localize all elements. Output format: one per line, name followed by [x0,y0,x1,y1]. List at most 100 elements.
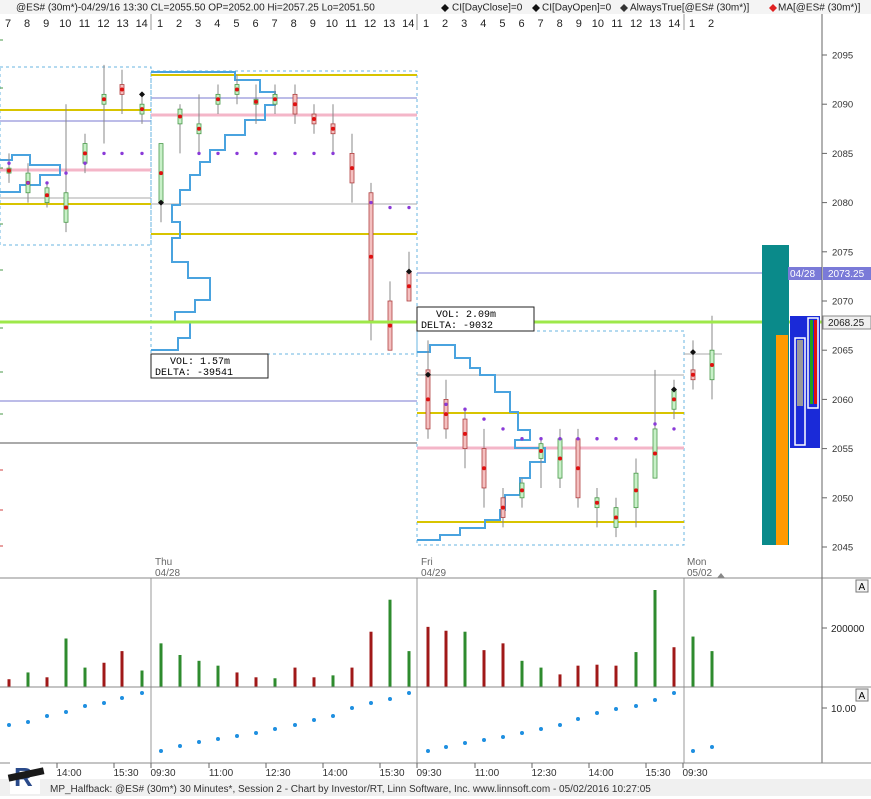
session-bar-number: 3 [195,18,201,30]
ma-dot [159,749,163,753]
time-tick-label: 11:00 [209,768,234,779]
day-open-dot [558,456,562,461]
volume-tick: 200000 [831,624,865,635]
session-bar-number: 1 [157,18,163,30]
day-open-dot [273,97,277,102]
day-open-dot [293,102,297,107]
session-bar-number: 6 [252,18,258,30]
current-profile-box [814,320,817,404]
ma-dot [653,698,657,702]
time-tick-label: 15:30 [379,768,404,779]
price-panel [0,30,822,578]
poc-dot [216,151,220,156]
volume-bar [614,665,618,687]
volume-bar [653,590,657,687]
poc-dot [558,437,562,441]
poc-dot [653,422,657,426]
session-bar-number: 1 [423,18,429,30]
volume-autoscale-button[interactable]: A [855,579,869,593]
svg-text:A: A [859,582,866,593]
volume-bar [463,631,467,687]
poc-dot [520,437,524,441]
day-open-dot [576,466,580,471]
ma-dot [539,727,543,731]
session-bar-number: 10 [326,18,338,30]
ma-dot [254,731,258,735]
poc-dot [331,151,335,156]
volume-bar [159,643,163,687]
volume-bar [293,667,297,687]
price-tick-label: 2065 [832,346,853,357]
poc-dot [634,437,638,441]
day-open-dot [159,171,163,176]
ma-dot [614,707,618,711]
session-bar-number: 9 [310,18,316,30]
session-bar-number: 5 [499,18,505,30]
day-open-dot [216,97,220,102]
poc-dot [26,181,30,185]
poc-dot [64,171,68,175]
ma-dot [426,749,430,753]
day-open-dot [463,431,467,436]
volume-bar [501,643,505,687]
time-axis: 14:00 15:30 09:30 11:00 12:30 14:00 15:30 09:30… [56,763,708,779]
session-bar-number: 8 [557,18,563,30]
day-open-dot [653,451,657,456]
svg-text:A: A [859,691,866,702]
day-open-dot [672,397,676,402]
volume-bar [216,665,220,687]
day-open-dot [120,87,124,92]
volume-bar [350,667,354,687]
volume-bar [388,599,392,687]
linnsoft-logo: R [7,762,45,794]
ma-tick: 10.00 [831,704,856,715]
day-open-dot [407,284,411,289]
day-open-dot [539,449,543,454]
ma-dot [7,723,11,727]
session-bar-number: 14 [668,18,680,30]
price-tick-label: 2085 [832,149,853,160]
time-tick-label: 15:30 [645,768,670,779]
marker-price-label: 2073.25 [828,269,865,280]
session-bar-number: 11 [611,18,622,30]
profile-label-thu: VOL: 1.57m DELTA: -39541 [150,353,269,379]
poc-dot [388,205,392,210]
time-tick-label: 09:30 [416,768,441,779]
day-label-dow: Thu [155,557,172,568]
day-open-dot [710,362,714,367]
session-bar-number: 8 [24,18,30,30]
ma-dot [463,741,467,745]
day-open-dot [691,372,695,377]
poc-dot [672,427,676,431]
ma-dot [45,714,49,718]
ma-dot [501,735,505,739]
time-tick-label: 11:00 [475,768,500,779]
poc-dot [197,151,201,156]
volume-bar [576,665,580,687]
volume-bar [254,677,258,687]
current-price-label: 2068.25 [828,318,865,329]
poc-dot [463,407,467,411]
poc-dot [120,151,124,156]
poc-dot [369,200,373,205]
chart-canvas[interactable]: @ES# (30m*)-04/29/16 13:30 CL=2055.50 OP… [0,0,871,796]
ma-dot [634,704,638,708]
day-open-dot [83,151,87,156]
ma-dot [350,706,354,710]
poc-dot [254,151,258,156]
ma-dot [520,731,524,735]
ma-dot [216,737,220,741]
price-tick-label: 2045 [832,543,853,554]
day-label-dow: Fri [421,557,433,568]
time-tick-label: 15:30 [113,768,138,779]
poc-dot [482,417,486,421]
poc-dot [444,402,448,407]
session-bar-number: 4 [480,18,486,30]
ma-dot [293,723,297,727]
ma-dot [235,734,239,738]
price-tick-label: 2060 [832,395,853,406]
time-tick-label: 14:00 [56,768,81,779]
ma-autoscale-button[interactable]: A [855,688,869,702]
day-open-dot [235,87,239,92]
time-tick-label: 14:00 [322,768,347,779]
